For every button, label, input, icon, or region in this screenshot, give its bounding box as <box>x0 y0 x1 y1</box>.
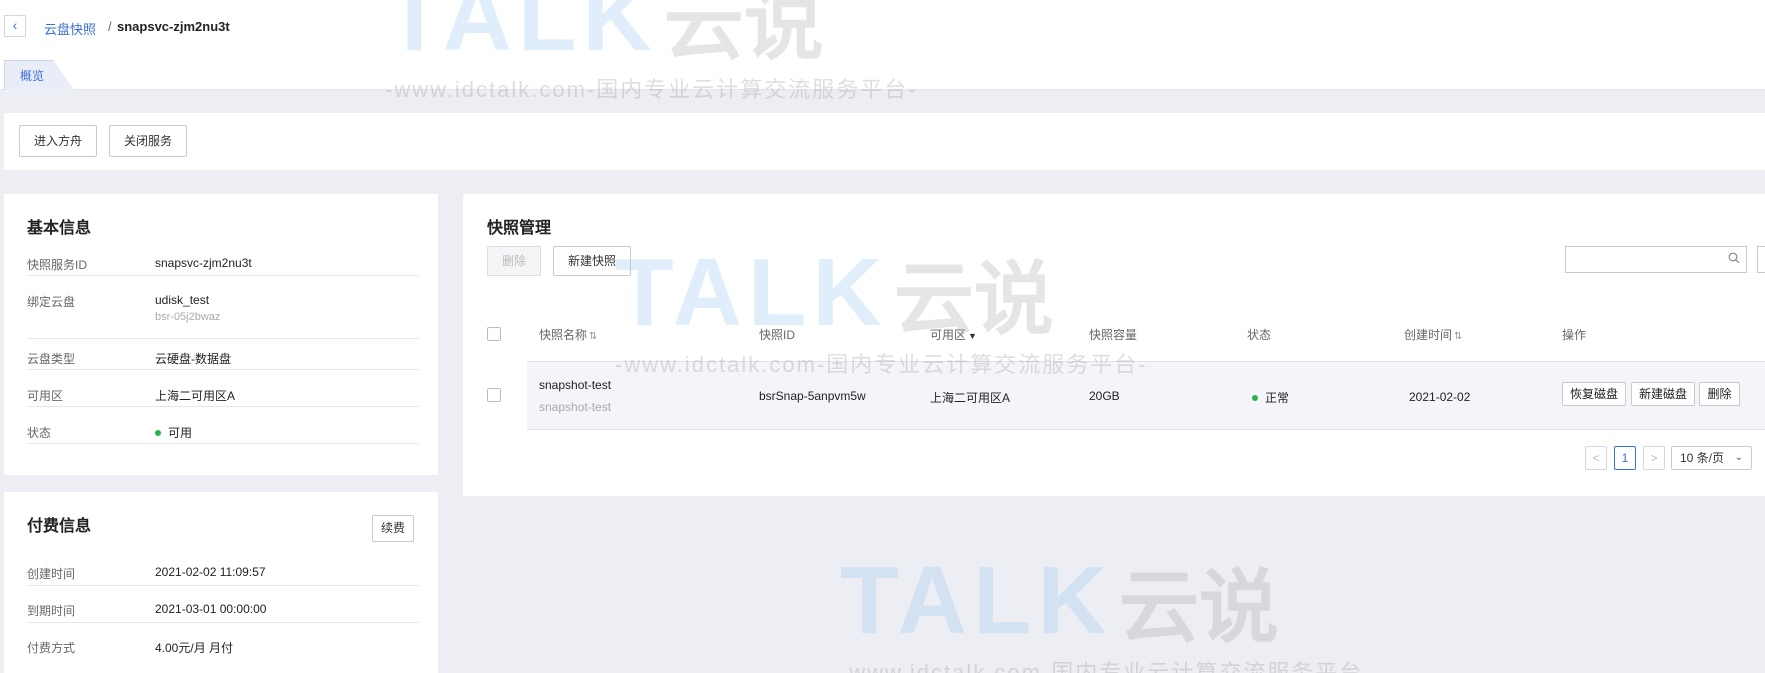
snapshot-name[interactable]: snapshot-test <box>539 378 611 392</box>
th-label: 创建时间 <box>1404 328 1453 342</box>
th-capacity: 快照容量 <box>1089 328 1138 342</box>
new-snapshot-button[interactable]: 新建快照 <box>553 246 631 276</box>
info-label: 状态 <box>27 426 52 440</box>
snapshot-description: snapshot-test <box>539 400 612 414</box>
info-label: 创建时间 <box>27 567 76 581</box>
info-sub-value: bsr-05j2bwaz <box>155 311 221 323</box>
billing-card: 付费信息 续费 创建时间 2021-02-02 11:09:57 到期时间 20… <box>4 492 438 673</box>
chevron-down-icon: ⌄ <box>1734 452 1743 463</box>
status-text: 正常 <box>1265 391 1290 405</box>
th-zone[interactable]: 可用区 ▼ <box>930 326 977 343</box>
top-bar: ‹ 云盘快照 / snapsvc-zjm2nu3t 概览 <box>0 0 1765 90</box>
toolbar-extra-button[interactable] <box>1757 246 1765 273</box>
info-row-disk-type: 云盘类型 云硬盘-数据盘 <box>27 350 419 370</box>
next-page-button[interactable]: > <box>1643 446 1665 470</box>
snapshot-created: 2021-02-02 <box>1409 390 1471 404</box>
watermark-brand: TALK <box>840 547 1113 654</box>
page-size-label: 10 条/页 <box>1680 451 1725 465</box>
tab-overview[interactable]: 概览 <box>4 60 74 90</box>
search-icon[interactable] <box>1728 252 1740 264</box>
th-label: 可用区 <box>930 328 967 342</box>
action-bar: 进入方舟 关闭服务 <box>4 113 1765 170</box>
th-snapshot-name[interactable]: 快照名称 ⇅ <box>539 326 597 343</box>
page-size-select[interactable]: 10 条/页 ⌄ <box>1671 446 1752 470</box>
info-value: snapsvc-zjm2nu3t <box>155 256 252 270</box>
snapshot-zone: 上海二可用区A <box>930 391 1011 405</box>
th-created[interactable]: 创建时间 ⇅ <box>1404 326 1462 343</box>
breadcrumb-current: snapsvc-zjm2nu3t <box>117 19 230 34</box>
th-status: 状态 <box>1247 328 1272 342</box>
status-text: 可用 <box>168 426 193 440</box>
watermark-url: -www.idctalk.com-国内专业云计算交流服务平台- <box>840 660 1373 673</box>
info-label: 到期时间 <box>27 604 76 618</box>
watermark-cn: 云说 <box>1118 563 1279 652</box>
prev-page-button[interactable]: < <box>1585 446 1607 470</box>
select-all-checkbox[interactable] <box>487 327 501 341</box>
restore-disk-button[interactable]: 恢复磁盘 <box>1562 382 1626 406</box>
info-row-created: 创建时间 2021-02-02 11:09:57 <box>27 565 419 586</box>
basic-info-card: 基本信息 快照服务ID snapsvc-zjm2nu3t 绑定云盘 udisk_… <box>4 194 438 475</box>
snapshot-management-title: 快照管理 <box>487 220 552 237</box>
status-dot-icon <box>1252 394 1258 401</box>
filter-icon[interactable]: ▼ <box>968 331 977 341</box>
renew-button[interactable]: 续费 <box>372 515 414 542</box>
info-row-bound-disk: 绑定云盘 udisk_test bsr-05j2bwaz <box>27 293 419 339</box>
basic-info-title: 基本信息 <box>27 220 92 237</box>
search-input[interactable] <box>1565 246 1747 273</box>
page-number-button[interactable]: 1 <box>1614 446 1636 470</box>
breadcrumb-parent-link[interactable]: 云盘快照 <box>44 19 96 38</box>
snapshot-status: 正常 <box>1252 389 1289 406</box>
delete-row-button[interactable]: 删除 <box>1699 382 1740 406</box>
snapshot-id: bsrSnap-5anpvm5w <box>759 389 866 403</box>
info-value: 2021-03-01 00:00:00 <box>155 602 267 616</box>
watermark-logo: TALK 云说 <box>840 543 1373 659</box>
watermark-bottom: TALK 云说 -www.idctalk.com-国内专业云计算交流服务平台- <box>840 543 1373 673</box>
breadcrumb-separator: / <box>108 19 112 34</box>
info-value: 可用 <box>155 424 192 441</box>
new-disk-button[interactable]: 新建磁盘 <box>1631 382 1695 406</box>
chevron-left-icon: ‹ <box>12 17 18 33</box>
th-operations: 操作 <box>1562 328 1587 342</box>
snapshot-management-card <box>463 194 1765 496</box>
sort-icon[interactable]: ⇅ <box>589 331 597 342</box>
info-row-billing-method: 付费方式 4.00元/月 月付 <box>27 639 419 660</box>
info-row-service-id: 快照服务ID snapsvc-zjm2nu3t <box>27 256 419 276</box>
info-row-expires: 到期时间 2021-03-01 00:00:00 <box>27 602 419 623</box>
info-value: udisk_test <box>155 293 210 307</box>
billing-title: 付费信息 <box>27 518 92 535</box>
info-value: 4.00元/月 月付 <box>155 641 234 655</box>
info-label: 付费方式 <box>27 641 76 655</box>
th-snapshot-id: 快照ID <box>759 328 796 342</box>
back-button[interactable]: ‹ <box>4 15 26 37</box>
info-value: 云硬盘-数据盘 <box>155 352 231 366</box>
row-checkbox[interactable] <box>487 388 501 402</box>
info-label: 云盘类型 <box>27 352 76 366</box>
th-label: 快照名称 <box>539 328 588 342</box>
info-label: 可用区 <box>27 389 64 403</box>
delete-snapshot-button[interactable]: 删除 <box>487 246 541 276</box>
info-row-zone: 可用区 上海二可用区A <box>27 387 419 407</box>
info-label: 快照服务ID <box>27 258 88 272</box>
snapshot-capacity: 20GB <box>1089 389 1120 403</box>
info-value: 2021-02-02 11:09:57 <box>155 565 266 579</box>
info-label: 绑定云盘 <box>27 295 76 309</box>
info-value: 上海二可用区A <box>155 389 236 403</box>
enter-ark-button[interactable]: 进入方舟 <box>19 125 97 157</box>
info-row-status: 状态 可用 <box>27 424 419 444</box>
status-dot-icon <box>155 429 161 436</box>
close-service-button[interactable]: 关闭服务 <box>109 125 187 157</box>
sort-icon[interactable]: ⇅ <box>1454 331 1462 342</box>
